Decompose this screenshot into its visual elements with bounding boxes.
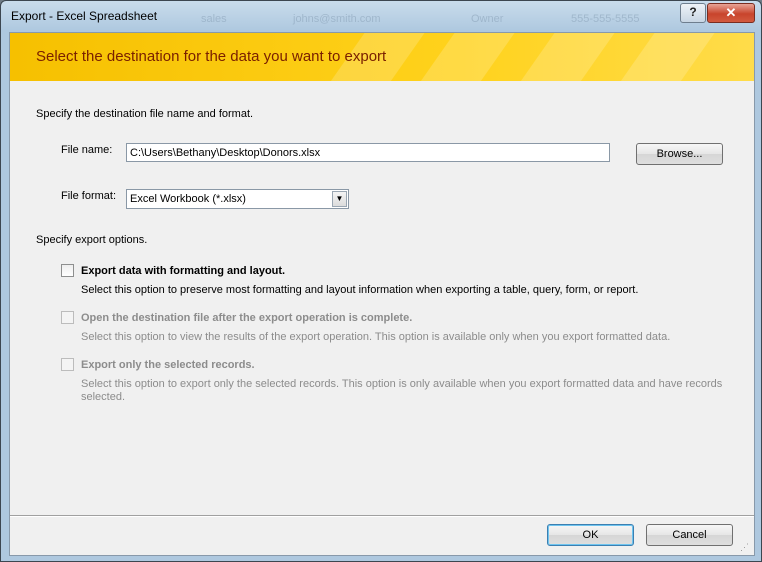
export-formatting-description: Select this option to preserve most form… xyxy=(81,284,639,296)
ok-button[interactable]: OK xyxy=(547,524,634,546)
checkbox-open-destination[interactable] xyxy=(61,311,74,324)
background-ghost-text: 555-555-5555 xyxy=(571,13,640,25)
file-format-select[interactable]: Excel Workbook (*.xlsx) ▼ xyxy=(126,189,349,209)
file-format-label: File format: xyxy=(61,190,117,202)
open-destination-title[interactable]: Open the destination file after the expo… xyxy=(81,312,412,324)
export-formatting-title[interactable]: Export data with formatting and layout. xyxy=(81,265,285,277)
selected-records-title[interactable]: Export only the selected records. xyxy=(81,359,255,371)
export-dialog: Export - Excel Spreadsheet sales johns@s… xyxy=(0,0,762,562)
background-ghost-text: Owner xyxy=(471,13,504,25)
chevron-down-icon[interactable]: ▼ xyxy=(332,191,347,207)
window-title: Export - Excel Spreadsheet xyxy=(11,9,158,23)
dialog-content: Select the destination for the data you … xyxy=(9,32,755,556)
title-bar[interactable]: Export - Excel Spreadsheet sales johns@s… xyxy=(1,1,761,33)
open-destination-description: Select this option to view the results o… xyxy=(81,331,671,343)
resize-grip-icon[interactable]: ⋰ xyxy=(740,541,752,553)
checkbox-export-formatting[interactable] xyxy=(61,264,74,277)
file-format-value: Excel Workbook (*.xlsx) xyxy=(130,193,246,205)
background-ghost-text: johns@smith.com xyxy=(293,13,381,25)
checkbox-selected-records[interactable] xyxy=(61,358,74,371)
cancel-button[interactable]: Cancel xyxy=(646,524,733,546)
background-ghost-text: sales xyxy=(201,13,227,25)
header-banner: Select the destination for the data you … xyxy=(10,33,754,81)
banner-heading: Select the destination for the data you … xyxy=(36,48,387,65)
help-button[interactable]: ? xyxy=(680,3,706,23)
footer-divider xyxy=(10,515,754,517)
file-name-input[interactable]: C:\Users\Bethany\Desktop\Donors.xlsx xyxy=(126,143,610,162)
browse-button[interactable]: Browse... xyxy=(636,143,723,165)
export-options-heading: Specify export options. xyxy=(36,234,148,246)
file-name-label: File name: xyxy=(61,144,113,156)
selected-records-description: Select this option to export only the se… xyxy=(81,378,723,403)
close-button[interactable]: ✕ xyxy=(707,3,755,23)
destination-heading: Specify the destination file name and fo… xyxy=(36,108,254,120)
